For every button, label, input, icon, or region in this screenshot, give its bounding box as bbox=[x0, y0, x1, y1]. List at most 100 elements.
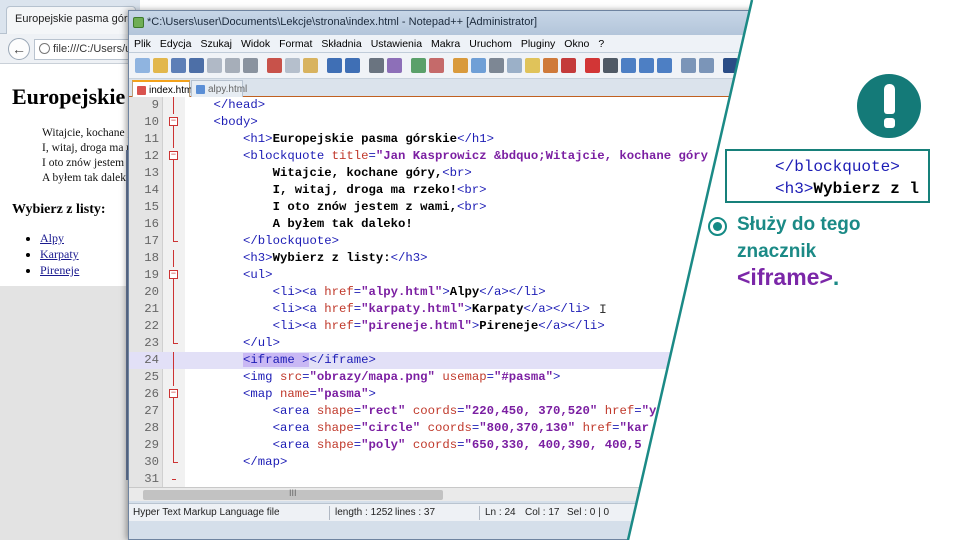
code-editor[interactable]: 9 </head> 10− <body> 11 <h1>Europejskie pa… bbox=[129, 97, 767, 491]
close-all-icon[interactable] bbox=[225, 58, 240, 73]
code-line[interactable]: 27 <area shape="rect" coords="220,450, 3… bbox=[129, 403, 767, 420]
redo-icon[interactable] bbox=[345, 58, 360, 73]
saved-file-icon bbox=[196, 85, 205, 94]
tab-alpy-html[interactable]: alpy.html bbox=[191, 80, 247, 97]
page-heading: Europejskie pasma górskie bbox=[12, 84, 128, 109]
view-panel-icon[interactable] bbox=[699, 58, 714, 73]
code-text: </head> bbox=[184, 97, 266, 114]
cut-icon[interactable] bbox=[267, 58, 282, 73]
menu-item-format[interactable]: Format bbox=[274, 35, 316, 50]
code-line[interactable]: 25 <img src="obrazy/mapa.png" usemap="#p… bbox=[129, 369, 767, 386]
menu-item-uruchom[interactable]: Uruchom bbox=[464, 35, 516, 50]
attr-name: usemap bbox=[442, 370, 487, 384]
code-line[interactable]: 15 I oto znów jestem z wami,<br> bbox=[129, 199, 767, 216]
html-tag: = bbox=[486, 370, 494, 384]
menu-item-help[interactable]: ? bbox=[593, 35, 608, 50]
open-file-icon[interactable] bbox=[153, 58, 168, 73]
code-line[interactable]: 31 bbox=[129, 471, 767, 488]
indent-guide-icon[interactable] bbox=[507, 58, 522, 73]
fold-marker bbox=[169, 97, 179, 114]
save-all-icon[interactable] bbox=[189, 58, 204, 73]
menu-item-makra[interactable]: Makra bbox=[426, 35, 464, 50]
stop-macro-icon[interactable] bbox=[603, 58, 618, 73]
code-line[interactable]: 11 <h1>Europejskie pasma górskie</h1> bbox=[129, 131, 767, 148]
function-list-icon[interactable] bbox=[561, 58, 576, 73]
code-line[interactable]: 14 I, witaj, droga ma rzeko!<br> bbox=[129, 182, 767, 199]
save-icon[interactable] bbox=[171, 58, 186, 73]
menu-item-edycja[interactable]: Edycja bbox=[155, 35, 196, 50]
code-line[interactable]: 29 <area shape="poly" coords="650,330, 4… bbox=[129, 437, 767, 454]
save-macro-icon[interactable] bbox=[657, 58, 672, 73]
link-karpaty[interactable]: Karpaty bbox=[40, 247, 79, 261]
text-cursor-icon: I bbox=[599, 302, 607, 317]
undo-icon[interactable] bbox=[327, 58, 342, 73]
link-pireneje[interactable]: Pireneje bbox=[40, 263, 79, 277]
fold-marker[interactable]: − bbox=[169, 267, 179, 284]
code-line[interactable]: 10− <body> bbox=[129, 114, 767, 131]
code-line[interactable]: 20 <li><a href="alpy.html">Alpy</a></li> bbox=[129, 284, 767, 301]
zoom-out-icon[interactable] bbox=[429, 58, 444, 73]
code-line[interactable]: 12− <blockquote title="Jan Kasprowicz &b… bbox=[129, 148, 767, 165]
code-line[interactable]: 21 <li><a href="karpaty.html">Karpaty</a… bbox=[129, 301, 767, 318]
line-number: 22 bbox=[144, 319, 159, 333]
html-tag bbox=[420, 421, 427, 435]
show-all-chars-icon[interactable] bbox=[489, 58, 504, 73]
paste-icon[interactable] bbox=[303, 58, 318, 73]
fold-marker[interactable]: − bbox=[169, 148, 179, 165]
code-line[interactable]: 9 </head> bbox=[129, 97, 767, 114]
code-line[interactable]: 17 </blockquote> bbox=[129, 233, 767, 250]
replace-icon[interactable] bbox=[387, 58, 402, 73]
code-text: <ul> bbox=[184, 267, 273, 284]
code-line[interactable]: 13 Witajcie, kochane góry,<br> bbox=[129, 165, 767, 182]
fold-marker bbox=[169, 454, 179, 471]
menu-item-ustawienia[interactable]: Ustawienia bbox=[366, 35, 426, 50]
play-macro-icon[interactable] bbox=[621, 58, 636, 73]
code-line[interactable]: 26− <map name="pasma"> bbox=[129, 386, 767, 403]
print-icon[interactable] bbox=[243, 58, 258, 73]
menu-item-skladnia[interactable]: Składnia bbox=[316, 35, 365, 50]
code-line[interactable]: 28 <area shape="circle" coords="800,370,… bbox=[129, 420, 767, 437]
code-line[interactable]: 19− <ul> bbox=[129, 267, 767, 284]
menu-item-okno[interactable]: Okno bbox=[559, 35, 593, 50]
folder-icon[interactable] bbox=[525, 58, 540, 73]
code-line[interactable]: 24 <iframe ></iframe> bbox=[129, 352, 767, 369]
fold-marker[interactable]: − bbox=[169, 114, 179, 131]
menu-item-szukaj[interactable]: Szukaj bbox=[195, 35, 236, 50]
menu-item-pluginy[interactable]: Pluginy bbox=[516, 35, 559, 50]
code-line[interactable]: 22 <li><a href="pireneje.html">Pireneje<… bbox=[129, 318, 767, 335]
code-line[interactable]: 16 A byłem tak daleko! bbox=[129, 216, 767, 233]
zoom-in-icon[interactable] bbox=[411, 58, 426, 73]
attr-name: coords bbox=[427, 421, 472, 435]
record-macro-icon[interactable] bbox=[585, 58, 600, 73]
back-arrow-icon[interactable]: ← bbox=[8, 38, 30, 60]
toolbar-chevron-icon[interactable] bbox=[723, 58, 738, 73]
link-alpy[interactable]: Alpy bbox=[40, 231, 64, 245]
attr-value: "poly" bbox=[361, 438, 406, 452]
exclamation-icon bbox=[857, 74, 921, 138]
new-file-icon[interactable] bbox=[135, 58, 150, 73]
address-bar[interactable]: file:///C:/Users/user bbox=[34, 39, 140, 60]
copy-icon[interactable] bbox=[285, 58, 300, 73]
code-line[interactable]: 23 </ul> bbox=[129, 335, 767, 352]
menu-item-widok[interactable]: Widok bbox=[236, 35, 274, 50]
text-content: Pireneje bbox=[479, 319, 539, 333]
browser-tab[interactable]: Europejskie pasma górskie bbox=[6, 6, 136, 34]
run-macro-multiple-icon[interactable] bbox=[639, 58, 654, 73]
doc-map-icon[interactable] bbox=[543, 58, 558, 73]
sync-scroll-icon[interactable] bbox=[453, 58, 468, 73]
find-icon[interactable] bbox=[369, 58, 384, 73]
close-file-icon[interactable] bbox=[207, 58, 222, 73]
fold-marker[interactable]: − bbox=[169, 386, 179, 403]
menu-item-plik[interactable]: Plik bbox=[129, 35, 155, 50]
notepad-window: *C:\Users\user\Documents\Lekcje\strona\i… bbox=[128, 10, 768, 540]
tab-index-html[interactable]: index.html bbox=[132, 80, 195, 97]
line-number: 19 bbox=[144, 268, 159, 282]
view-panel-icon[interactable] bbox=[681, 58, 696, 73]
horizontal-scrollbar[interactable]: III bbox=[129, 487, 639, 501]
code-line[interactable]: 30 </map> bbox=[129, 454, 767, 471]
code-line[interactable]: 18 <h3>Wybierz z listy:</h3> bbox=[129, 250, 767, 267]
word-wrap-icon[interactable] bbox=[471, 58, 486, 73]
